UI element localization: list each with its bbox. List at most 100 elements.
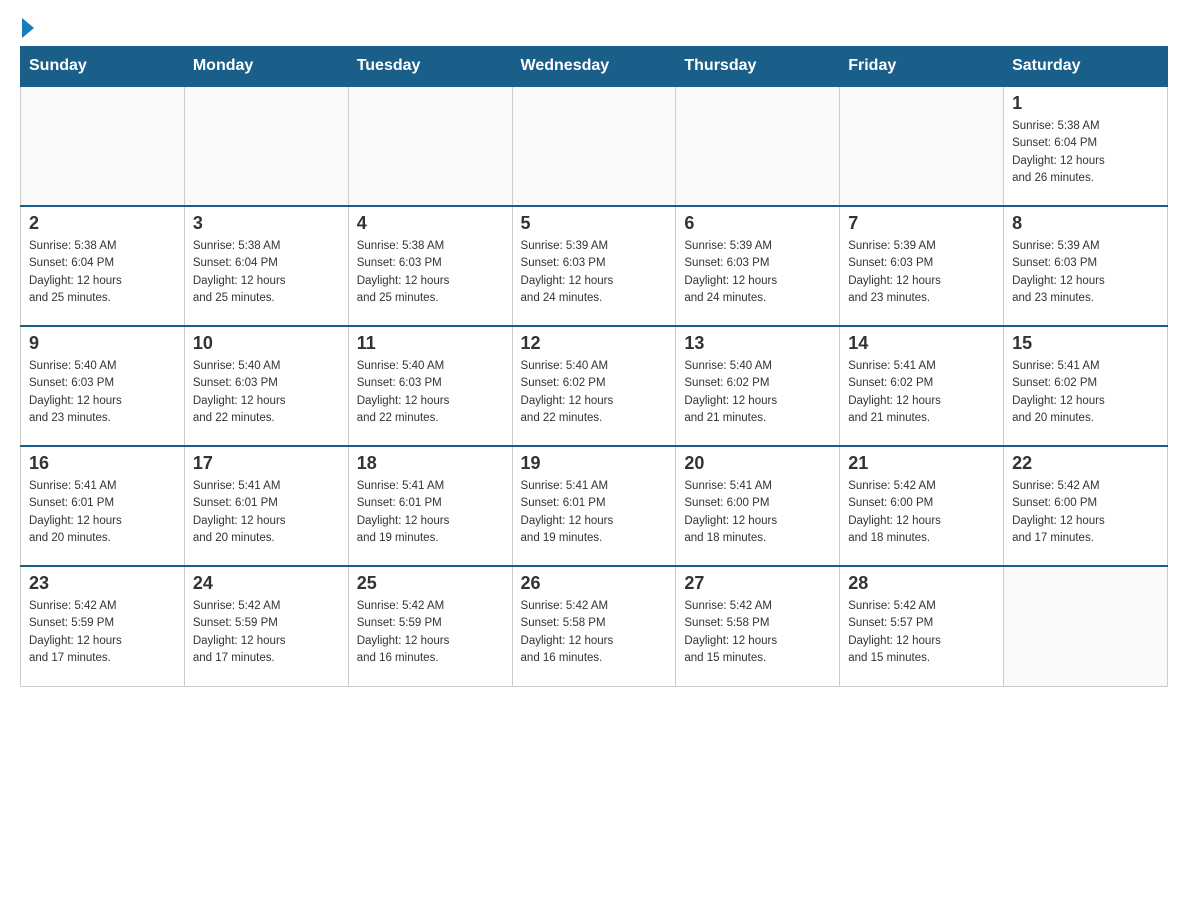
day-info: Sunrise: 5:40 AM Sunset: 6:03 PM Dayligh… xyxy=(29,358,176,427)
day-number: 5 xyxy=(521,213,668,234)
day-number: 4 xyxy=(357,213,504,234)
calendar-cell: 17 Sunrise: 5:41 AM Sunset: 6:01 PM Dayli… xyxy=(184,446,348,566)
calendar-cell: 13 Sunrise: 5:40 AM Sunset: 6:02 PM Dayli… xyxy=(676,326,840,446)
calendar-cell: 24Sunrise: 5:42 AM Sunset: 5:59 PM Dayli… xyxy=(184,566,348,686)
day-info: Sunrise: 5:39 AM Sunset: 6:03 PM Dayligh… xyxy=(684,238,831,307)
day-info: Sunrise: 5:42 AM Sunset: 5:58 PM Dayligh… xyxy=(684,598,831,667)
day-info: Sunrise: 5:38 AM Sunset: 6:04 PM Dayligh… xyxy=(29,238,176,307)
logo xyxy=(20,20,34,36)
column-header-sunday: Sunday xyxy=(21,47,185,87)
calendar-cell: 2 Sunrise: 5:38 AM Sunset: 6:04 PM Daylig… xyxy=(21,206,185,326)
day-number: 25 xyxy=(357,573,504,594)
day-info: Sunrise: 5:40 AM Sunset: 6:03 PM Dayligh… xyxy=(193,358,340,427)
calendar-cell: 3 Sunrise: 5:38 AM Sunset: 6:04 PM Daylig… xyxy=(184,206,348,326)
day-number: 17 xyxy=(193,453,340,474)
day-info: Sunrise: 5:41 AM Sunset: 6:01 PM Dayligh… xyxy=(29,478,176,547)
day-number: 14 xyxy=(848,333,995,354)
calendar-cell xyxy=(676,86,840,206)
day-info: Sunrise: 5:41 AM Sunset: 6:01 PM Dayligh… xyxy=(193,478,340,547)
day-number: 7 xyxy=(848,213,995,234)
calendar-cell: 8 Sunrise: 5:39 AM Sunset: 6:03 PM Daylig… xyxy=(1004,206,1168,326)
calendar-cell: 11 Sunrise: 5:40 AM Sunset: 6:03 PM Dayli… xyxy=(348,326,512,446)
day-number: 3 xyxy=(193,213,340,234)
day-info: Sunrise: 5:38 AM Sunset: 6:04 PM Dayligh… xyxy=(193,238,340,307)
calendar-cell: 6 Sunrise: 5:39 AM Sunset: 6:03 PM Daylig… xyxy=(676,206,840,326)
day-info: Sunrise: 5:40 AM Sunset: 6:03 PM Dayligh… xyxy=(357,358,504,427)
day-number: 11 xyxy=(357,333,504,354)
calendar-cell: 7Sunrise: 5:39 AM Sunset: 6:03 PM Daylig… xyxy=(840,206,1004,326)
day-info: Sunrise: 5:42 AM Sunset: 6:00 PM Dayligh… xyxy=(848,478,995,547)
day-number: 15 xyxy=(1012,333,1159,354)
day-number: 13 xyxy=(684,333,831,354)
calendar-cell: 19 Sunrise: 5:41 AM Sunset: 6:01 PM Dayli… xyxy=(512,446,676,566)
day-info: Sunrise: 5:41 AM Sunset: 6:01 PM Dayligh… xyxy=(521,478,668,547)
column-header-tuesday: Tuesday xyxy=(348,47,512,87)
day-info: Sunrise: 5:42 AM Sunset: 6:00 PM Dayligh… xyxy=(1012,478,1159,547)
calendar-cell: 1 Sunrise: 5:38 AM Sunset: 6:04 PM Daylig… xyxy=(1004,86,1168,206)
day-info: Sunrise: 5:41 AM Sunset: 6:01 PM Dayligh… xyxy=(357,478,504,547)
day-info: Sunrise: 5:40 AM Sunset: 6:02 PM Dayligh… xyxy=(684,358,831,427)
day-info: Sunrise: 5:41 AM Sunset: 6:02 PM Dayligh… xyxy=(848,358,995,427)
day-info: Sunrise: 5:41 AM Sunset: 6:00 PM Dayligh… xyxy=(684,478,831,547)
day-info: Sunrise: 5:42 AM Sunset: 5:58 PM Dayligh… xyxy=(521,598,668,667)
day-number: 19 xyxy=(521,453,668,474)
calendar-cell: 18 Sunrise: 5:41 AM Sunset: 6:01 PM Dayli… xyxy=(348,446,512,566)
day-info: Sunrise: 5:38 AM Sunset: 6:03 PM Dayligh… xyxy=(357,238,504,307)
column-header-monday: Monday xyxy=(184,47,348,87)
calendar-cell: 10 Sunrise: 5:40 AM Sunset: 6:03 PM Dayli… xyxy=(184,326,348,446)
column-header-wednesday: Wednesday xyxy=(512,47,676,87)
calendar-cell: 20 Sunrise: 5:41 AM Sunset: 6:00 PM Dayli… xyxy=(676,446,840,566)
calendar-cell: 28Sunrise: 5:42 AM Sunset: 5:57 PM Dayli… xyxy=(840,566,1004,686)
day-number: 28 xyxy=(848,573,995,594)
calendar-cell xyxy=(184,86,348,206)
day-number: 2 xyxy=(29,213,176,234)
day-number: 23 xyxy=(29,573,176,594)
calendar-cell: 16 Sunrise: 5:41 AM Sunset: 6:01 PM Dayli… xyxy=(21,446,185,566)
calendar-cell: 14 Sunrise: 5:41 AM Sunset: 6:02 PM Dayli… xyxy=(840,326,1004,446)
week-row-5: 23 Sunrise: 5:42 AM Sunset: 5:59 PM Dayli… xyxy=(21,566,1168,686)
calendar-cell: 5 Sunrise: 5:39 AM Sunset: 6:03 PM Daylig… xyxy=(512,206,676,326)
day-number: 20 xyxy=(684,453,831,474)
week-row-4: 16 Sunrise: 5:41 AM Sunset: 6:01 PM Dayli… xyxy=(21,446,1168,566)
day-info: Sunrise: 5:39 AM Sunset: 6:03 PM Dayligh… xyxy=(1012,238,1159,307)
column-header-friday: Friday xyxy=(840,47,1004,87)
page-header xyxy=(20,20,1168,36)
day-number: 6 xyxy=(684,213,831,234)
day-info: Sunrise: 5:39 AM Sunset: 6:03 PM Dayligh… xyxy=(521,238,668,307)
day-info: Sunrise: 5:42 AM Sunset: 5:59 PM Dayligh… xyxy=(357,598,504,667)
column-header-thursday: Thursday xyxy=(676,47,840,87)
day-number: 27 xyxy=(684,573,831,594)
day-number: 21 xyxy=(848,453,995,474)
day-info: Sunrise: 5:40 AM Sunset: 6:02 PM Dayligh… xyxy=(521,358,668,427)
day-number: 1 xyxy=(1012,93,1159,114)
calendar-cell: 23Sunrise: 5:42 AM Sunset: 5:59 PM Dayli… xyxy=(21,566,185,686)
day-info: Sunrise: 5:41 AM Sunset: 6:02 PM Dayligh… xyxy=(1012,358,1159,427)
day-number: 22 xyxy=(1012,453,1159,474)
calendar-cell: 26 Sunrise: 5:42 AM Sunset: 5:58 PM Dayli… xyxy=(512,566,676,686)
day-number: 12 xyxy=(521,333,668,354)
calendar-cell: 27 Sunrise: 5:42 AM Sunset: 5:58 PM Dayli… xyxy=(676,566,840,686)
week-row-1: 1 Sunrise: 5:38 AM Sunset: 6:04 PM Daylig… xyxy=(21,86,1168,206)
calendar-cell: 22 Sunrise: 5:42 AM Sunset: 6:00 PM Dayli… xyxy=(1004,446,1168,566)
calendar-cell xyxy=(1004,566,1168,686)
day-number: 9 xyxy=(29,333,176,354)
day-info: Sunrise: 5:38 AM Sunset: 6:04 PM Dayligh… xyxy=(1012,118,1159,187)
calendar-cell: 21 Sunrise: 5:42 AM Sunset: 6:00 PM Dayli… xyxy=(840,446,1004,566)
day-number: 26 xyxy=(521,573,668,594)
day-number: 18 xyxy=(357,453,504,474)
calendar-cell xyxy=(21,86,185,206)
calendar-cell: 25 Sunrise: 5:42 AM Sunset: 5:59 PM Dayli… xyxy=(348,566,512,686)
day-number: 8 xyxy=(1012,213,1159,234)
day-number: 24 xyxy=(193,573,340,594)
calendar-cell: 9 Sunrise: 5:40 AM Sunset: 6:03 PM Daylig… xyxy=(21,326,185,446)
calendar-cell: 4 Sunrise: 5:38 AM Sunset: 6:03 PM Daylig… xyxy=(348,206,512,326)
day-number: 16 xyxy=(29,453,176,474)
calendar-table: SundayMondayTuesdayWednesdayThursdayFrid… xyxy=(20,46,1168,687)
calendar-cell xyxy=(512,86,676,206)
calendar-cell xyxy=(348,86,512,206)
week-row-3: 9 Sunrise: 5:40 AM Sunset: 6:03 PM Daylig… xyxy=(21,326,1168,446)
day-number: 10 xyxy=(193,333,340,354)
calendar-cell: 15 Sunrise: 5:41 AM Sunset: 6:02 PM Dayli… xyxy=(1004,326,1168,446)
week-row-2: 2 Sunrise: 5:38 AM Sunset: 6:04 PM Daylig… xyxy=(21,206,1168,326)
calendar-cell xyxy=(840,86,1004,206)
